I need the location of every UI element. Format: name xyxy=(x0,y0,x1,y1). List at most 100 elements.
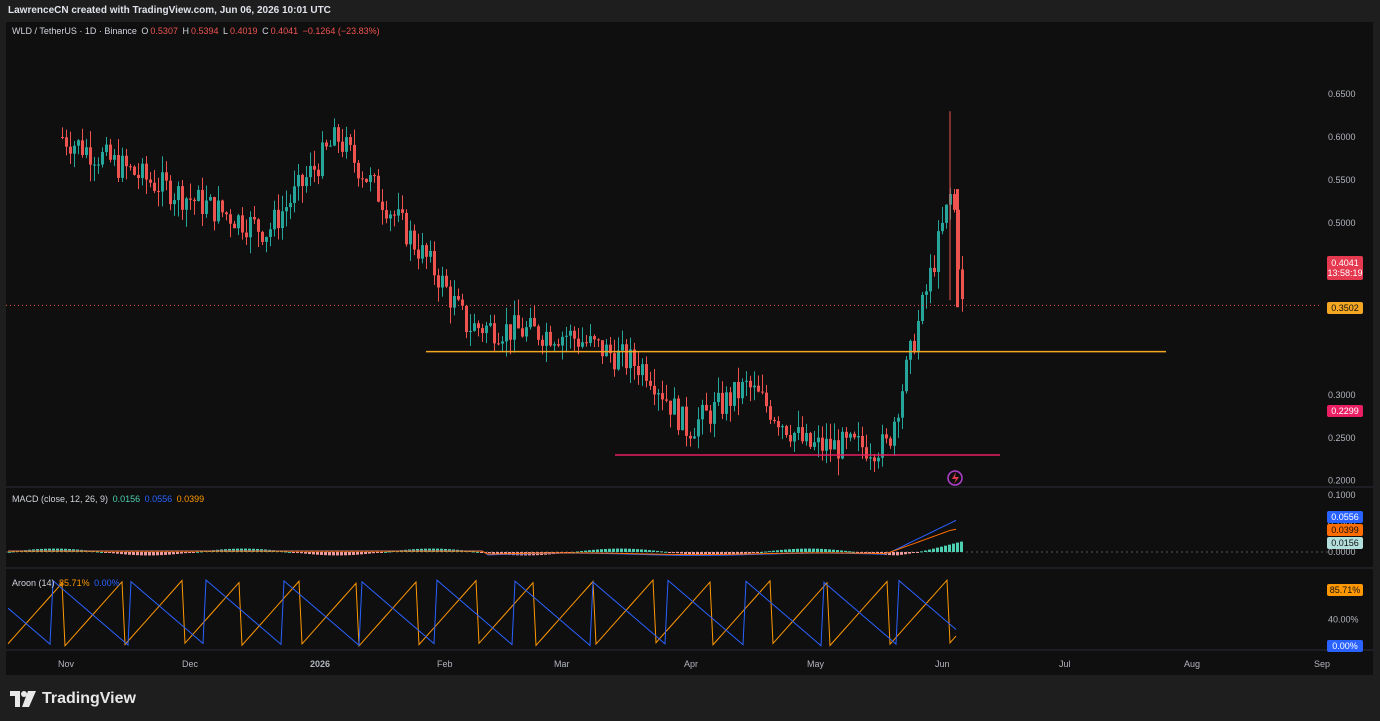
macd-histogram-bar xyxy=(944,545,947,552)
candle-body xyxy=(549,331,552,346)
low-value: 0.4019 xyxy=(230,26,258,36)
macd-histogram-bar xyxy=(608,548,611,552)
candle-body xyxy=(81,140,84,156)
candle-body xyxy=(625,344,628,369)
candle-body xyxy=(793,433,796,442)
macd-histogram-bar xyxy=(476,551,479,553)
candle-body xyxy=(745,380,748,382)
candle-body xyxy=(397,209,400,216)
tradingview-logo[interactable]: TradingView xyxy=(10,688,136,710)
macd-histogram-bar xyxy=(760,551,763,553)
last-price-tag: 0.4041 13:58:19 xyxy=(1327,256,1363,280)
macd-histogram-bar xyxy=(336,552,339,556)
macd-histogram-bar xyxy=(764,551,767,553)
macd-histogram-bar xyxy=(808,548,811,552)
candle-body xyxy=(445,275,448,287)
macd-histogram-bar xyxy=(344,552,347,556)
macd-histogram-bar xyxy=(168,552,171,555)
candle-body xyxy=(265,236,268,242)
candle-body xyxy=(777,421,780,428)
macd-histogram-bar xyxy=(948,544,951,552)
candle-body xyxy=(585,342,588,344)
candle-body xyxy=(825,438,828,451)
price-axis-tick: 0.5000 xyxy=(1328,218,1356,228)
macd-histogram-bar xyxy=(576,551,579,553)
candle-body xyxy=(573,330,576,339)
candle-body xyxy=(145,163,148,180)
aroon-legend-up: 85.71% xyxy=(59,578,90,588)
macd-histogram-bar xyxy=(384,551,387,553)
lightning-icon xyxy=(952,472,959,484)
macd-histogram-bar xyxy=(632,548,635,552)
close-label: C xyxy=(262,26,269,36)
candle-body xyxy=(653,385,656,395)
chart-frame[interactable]: 0.65000.60000.55000.50000.45000.30000.25… xyxy=(6,22,1373,675)
macd-histogram-bar xyxy=(784,549,787,552)
time-axis-tick: Feb xyxy=(437,659,453,669)
candle-body xyxy=(821,437,824,451)
candle-body xyxy=(929,267,932,292)
candle-body xyxy=(113,155,116,160)
macd-legend: MACD (close, 12, 26, 9) 0.0156 0.0556 0.… xyxy=(12,494,206,504)
candle-body xyxy=(817,437,820,443)
candle-body xyxy=(505,324,508,342)
candle-body xyxy=(109,144,112,160)
candle-body xyxy=(497,343,500,345)
macd-histogram-bar xyxy=(124,552,127,555)
candle-body xyxy=(769,406,772,420)
candle-body xyxy=(741,381,744,399)
macd-legend-hist: 0.0156 xyxy=(112,494,141,504)
macd-histogram-bar xyxy=(596,549,599,552)
macd-histogram-bar xyxy=(580,551,583,553)
macd-histogram-bar xyxy=(648,550,651,552)
candle-body xyxy=(281,211,284,229)
candle-body xyxy=(237,215,240,229)
aroon-legend-down: 0.00% xyxy=(94,578,120,588)
candle-body xyxy=(333,127,336,146)
candle-body xyxy=(737,381,740,399)
candle-body xyxy=(953,194,956,210)
macd-histogram-bar xyxy=(152,552,155,556)
candle-body xyxy=(417,249,420,259)
candle-body xyxy=(85,147,88,156)
candle-body xyxy=(525,327,528,337)
macd-histogram-bar xyxy=(600,549,603,552)
candle-body xyxy=(677,398,680,431)
macd-histogram-bar xyxy=(180,552,183,554)
candle-body xyxy=(889,438,892,446)
candle-body xyxy=(561,336,564,346)
macd-legend-macd: 0.0556 xyxy=(144,494,173,504)
candle-body xyxy=(181,186,184,210)
macd-histogram-bar xyxy=(900,552,903,555)
macd-histogram-bar xyxy=(744,552,747,554)
macd-histogram-bar xyxy=(196,551,199,553)
macd-histogram-bar xyxy=(612,548,615,552)
tradingview-logo-text: TradingView xyxy=(42,690,136,707)
candle-body xyxy=(129,166,132,168)
macd-histogram-bar xyxy=(832,549,835,552)
macd-histogram-bar xyxy=(352,552,355,555)
candle-body xyxy=(65,137,68,147)
candle-body xyxy=(133,166,136,175)
macd-histogram-bar xyxy=(952,543,955,552)
candle-body xyxy=(773,419,776,422)
macd-histogram-bar xyxy=(140,552,143,556)
macd-histogram-bar xyxy=(904,552,907,555)
candle-body xyxy=(956,189,959,308)
macd-histogram-bar xyxy=(316,552,319,555)
candle-body xyxy=(377,175,380,202)
candle-body xyxy=(869,457,872,459)
macd-histogram-bar xyxy=(652,550,655,552)
chart-credit: LawrenceCN created with TradingView.com,… xyxy=(0,0,1380,22)
candle-body xyxy=(253,217,256,220)
macd-histogram-bar xyxy=(584,550,587,552)
candle-body xyxy=(337,127,340,142)
macd-histogram-bar xyxy=(656,550,659,552)
macd-histogram-bar xyxy=(848,551,851,553)
chart-canvas[interactable]: 0.65000.60000.55000.50000.45000.30000.25… xyxy=(6,22,1373,675)
candle-body xyxy=(105,144,108,153)
macd-legend-label: MACD (close, 12, 26, 9) xyxy=(12,494,109,504)
macd-histogram-bar xyxy=(108,552,111,553)
candle-body xyxy=(761,391,764,393)
macd-histogram-bar xyxy=(192,552,195,553)
